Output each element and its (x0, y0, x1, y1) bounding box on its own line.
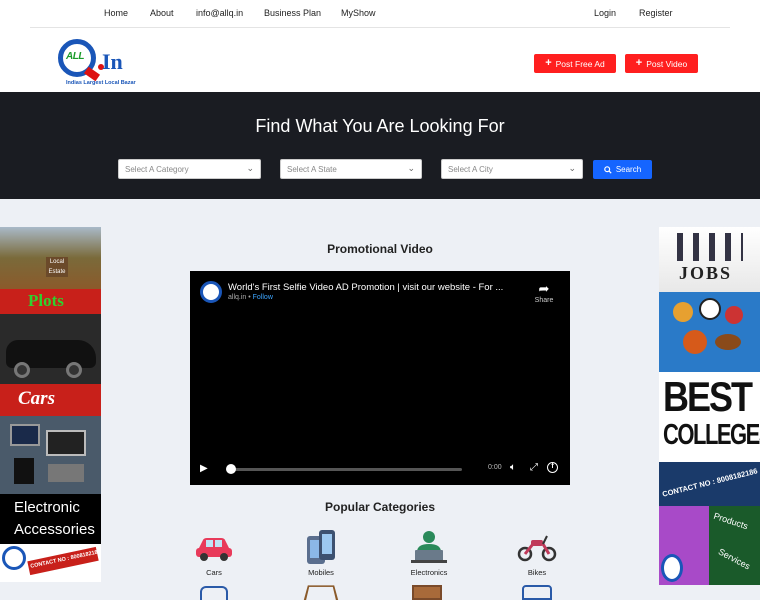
jobs-label: JOBS (679, 263, 733, 283)
car-icon (196, 538, 232, 561)
logo-q-mark: ALL (58, 39, 101, 82)
accessories-label: Accessories (14, 521, 95, 538)
chevron-down-icon: ⌄ (568, 163, 576, 173)
top-navigation: Home About info@allq.in Business Plan My… (30, 0, 730, 28)
progress-knob[interactable] (226, 464, 236, 474)
left-contact-text: CONTACT NO : 8008182186 (27, 546, 101, 576)
nav-about-link[interactable]: About (150, 8, 174, 18)
appliance-icon[interactable] (522, 585, 552, 600)
search-button[interactable]: Search (593, 160, 652, 179)
category-label: Electronics (410, 568, 448, 577)
bike-icon (517, 535, 557, 562)
post-free-ad-label: Post Free Ad (555, 58, 605, 69)
category-select[interactable]: Select A Category ⌄ (118, 159, 261, 179)
facebook-icon[interactable]: f (547, 462, 558, 473)
city-select-value: Select A City (448, 165, 493, 174)
state-select-value: Select A State (287, 165, 337, 174)
house-icon[interactable] (303, 585, 339, 600)
furniture-icon[interactable] (412, 585, 442, 600)
chevron-down-icon: ⌄ (407, 163, 415, 173)
plus-icon: + (635, 57, 643, 69)
site-logo[interactable]: ALL In Indias Largest Local Bazar (58, 39, 148, 89)
colleges-label: COLLEGES (663, 418, 760, 451)
category-mobiles[interactable]: Mobiles (281, 530, 361, 577)
channel-name[interactable]: allq.in (228, 294, 246, 301)
search-hero: Find What You Are Looking For Select A C… (0, 92, 760, 199)
cars-banner: Cars (0, 384, 101, 416)
services-label: Services (716, 546, 752, 572)
follow-link[interactable]: Follow (253, 294, 273, 301)
site-header: ALL In Indias Largest Local Bazar + Post… (0, 29, 760, 92)
search-icon (604, 165, 612, 174)
post-free-ad-button[interactable]: + Post Free Ad (534, 54, 616, 73)
volume-icon[interactable]: 🔈︎ (510, 462, 516, 473)
city-select[interactable]: Select A City ⌄ (441, 159, 583, 179)
logo-letters: ALL (66, 51, 84, 62)
right-contact-text: CONTACT NO : 8008182186 (661, 466, 759, 499)
best-colleges-banner: BEST COLLEGES (659, 372, 760, 462)
category-label: Cars (206, 568, 222, 577)
video-time: 0:00 (488, 464, 502, 471)
plus-icon: + (545, 57, 552, 69)
mobile-icon (307, 530, 335, 564)
nav-business-plan-link[interactable]: Business Plan (264, 8, 321, 18)
nav-myshow-link[interactable]: MyShow (341, 8, 376, 18)
logo-tagline: Indias Largest Local Bazar (66, 80, 136, 86)
category-label: Mobiles (308, 568, 334, 577)
category-label: Bikes (527, 568, 547, 577)
search-button-label: Search (615, 165, 642, 174)
category-bikes[interactable]: Bikes (497, 530, 577, 577)
local-estate-sign: Local Estate (46, 257, 68, 277)
logo-in-text: In (102, 49, 123, 74)
play-icon[interactable]: ▶ (200, 463, 208, 474)
video-progress-bar[interactable] (228, 468, 462, 471)
plots-photo: Local Estate (0, 227, 101, 289)
category-cars[interactable]: Cars (174, 530, 254, 577)
channel-separator: • (248, 294, 251, 301)
plots-banner: Plots (0, 289, 101, 314)
post-video-button[interactable]: + Post Video (625, 54, 698, 73)
briefcase-icon[interactable] (200, 586, 228, 600)
category-select-value: Select A Category (125, 165, 189, 174)
video-channel-line: allq.in • Follow (228, 294, 273, 301)
nav-login-link[interactable]: Login (594, 8, 616, 18)
left-contact-strip: CONTACT NO : 8008182186 (0, 544, 101, 582)
sports-photo (659, 292, 760, 372)
jobs-banner: JOBS (659, 227, 760, 292)
nav-home-link[interactable]: Home (104, 8, 128, 18)
state-select[interactable]: Select A State ⌄ (280, 159, 422, 179)
nav-register-link[interactable]: Register (639, 8, 673, 18)
share-button[interactable]: ➦ Share (532, 281, 556, 304)
right-ad-banner[interactable]: JOBS BEST COLLEGES CONTACT NO : 80081821… (659, 227, 760, 585)
products-services-banner: Products Services (709, 506, 760, 585)
channel-avatar[interactable] (200, 281, 222, 303)
share-label: Share (534, 297, 554, 304)
hero-title: Find What You Are Looking For (255, 116, 505, 136)
fullscreen-icon[interactable]: ⤢ (530, 462, 538, 473)
youtube-video-player[interactable]: World's First Selfie Video AD Promotion … (190, 271, 570, 485)
video-controls: ▶ 0:00 🔈︎ ⤢ f (190, 461, 570, 477)
post-video-label: Post Video (646, 58, 688, 69)
electronics-icon (411, 531, 447, 563)
share-arrow-icon: ➦ (538, 281, 550, 296)
left-ad-banner[interactable]: Local Estate Plots Cars Electronic Acces… (0, 227, 101, 582)
chevron-down-icon: ⌄ (246, 163, 254, 173)
video-title[interactable]: World's First Selfie Video AD Promotion … (228, 282, 503, 293)
main-content: Local Estate Plots Cars Electronic Acces… (0, 199, 760, 600)
plots-label: Plots (28, 291, 64, 310)
people-photo (659, 506, 709, 585)
cars-label: Cars (18, 388, 55, 409)
promotional-video-title: Promotional Video (327, 242, 433, 256)
nav-email-link[interactable]: info@allq.in (196, 8, 243, 18)
popular-categories-title: Popular Categories (324, 500, 436, 514)
best-label: BEST (663, 372, 753, 420)
logo-q-mark (2, 546, 26, 570)
category-electronics[interactable]: Electronics (389, 530, 469, 577)
car-photo (0, 314, 101, 384)
electronics-photo (0, 416, 101, 494)
